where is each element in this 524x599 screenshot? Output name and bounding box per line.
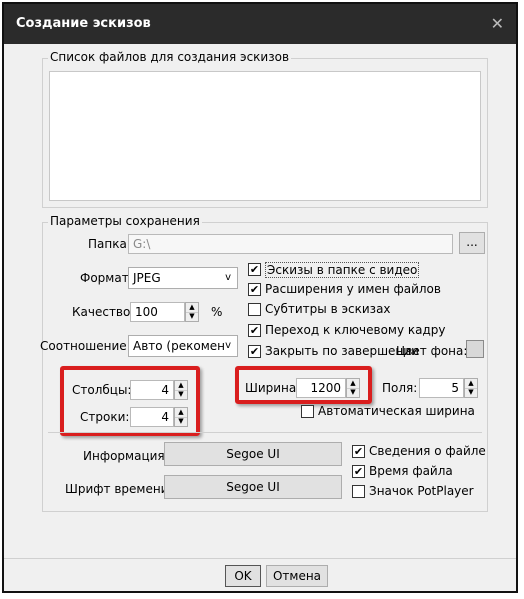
- quality-label: Качество:: [72, 305, 135, 319]
- title-bar: Создание эскизов ✕: [4, 4, 516, 44]
- quality-input[interactable]: 100: [130, 302, 185, 322]
- spin-down-icon[interactable]: ▼: [465, 388, 477, 397]
- option-checkbox-3[interactable]: ✔: [248, 324, 261, 337]
- ratio-select[interactable]: Авто (рекомен v: [128, 335, 238, 357]
- cancel-button[interactable]: Отмена: [266, 565, 328, 587]
- option-checkbox-4[interactable]: ✔: [248, 345, 261, 358]
- option-label-0: Эскизы в папке с видео: [265, 262, 420, 278]
- file-list-box[interactable]: [49, 71, 481, 201]
- margin-label: Поля:: [382, 381, 418, 395]
- format-value: JPEG: [133, 271, 161, 285]
- quality-unit: %: [211, 305, 223, 319]
- close-icon[interactable]: ✕: [491, 14, 504, 33]
- ratio-value: Авто (рекомен: [133, 339, 225, 353]
- window-title: Создание эскизов: [16, 16, 151, 31]
- option-checkbox-2[interactable]: [248, 303, 261, 316]
- option-label-2: Субтитры в эскизах: [265, 302, 391, 316]
- folder-input[interactable]: G:\: [128, 234, 453, 254]
- auto-width-checkbox[interactable]: [301, 405, 314, 418]
- potplayer-icon-checkbox[interactable]: [352, 485, 365, 498]
- file-time-checkbox[interactable]: ✔: [352, 465, 365, 478]
- bg-color-label: Цвет фона:: [396, 344, 468, 358]
- potplayer-icon-label: Значок PotPlayer: [369, 484, 474, 498]
- browse-button[interactable]: ...: [459, 232, 485, 254]
- info-font-button[interactable]: Segoe UI: [164, 442, 342, 466]
- margin-input[interactable]: 5: [419, 378, 464, 398]
- file-info-checkbox[interactable]: ✔: [352, 445, 365, 458]
- file-time-label: Время файла: [369, 464, 453, 478]
- quality-spinner[interactable]: ▲ ▼: [185, 302, 199, 322]
- divider: [48, 432, 482, 433]
- file-list-group: [42, 58, 488, 208]
- folder-label: Папка:: [88, 237, 131, 251]
- info-font-label: Информация:: [83, 449, 169, 463]
- time-font-label: Шрифт времени:: [65, 482, 173, 496]
- bg-color-swatch[interactable]: [466, 340, 484, 358]
- format-label: Формат:: [80, 271, 133, 285]
- time-font-button[interactable]: Segoe UI: [164, 475, 342, 499]
- chevron-down-icon: v: [225, 340, 231, 351]
- file-list-legend: Список файлов для создания эскизов: [48, 50, 292, 64]
- option-label-3: Переход к ключевому кадру: [265, 323, 446, 337]
- format-select[interactable]: JPEG v: [128, 267, 238, 289]
- width-highlight: [235, 366, 372, 404]
- option-checkbox-1[interactable]: ✔: [248, 283, 261, 296]
- margin-spinner[interactable]: ▲ ▼: [464, 378, 478, 398]
- file-info-label: Сведения о файле: [369, 444, 486, 458]
- columns-rows-highlight: [60, 366, 200, 436]
- dialog-footer: OK Отмена: [4, 558, 516, 594]
- thumbnail-dialog: Создание эскизов ✕ Список файлов для соз…: [2, 2, 518, 593]
- save-params-legend: Параметры сохранения: [48, 214, 202, 228]
- spin-down-icon[interactable]: ▼: [186, 312, 198, 321]
- chevron-down-icon: v: [225, 272, 231, 283]
- option-label-1: Расширения у имен файлов: [265, 282, 441, 296]
- option-checkbox-0[interactable]: ✔: [248, 263, 261, 276]
- ratio-label: Соотношение:: [40, 339, 131, 353]
- auto-width-label: Автоматическая ширина: [318, 404, 475, 418]
- ok-button[interactable]: OK: [225, 565, 261, 587]
